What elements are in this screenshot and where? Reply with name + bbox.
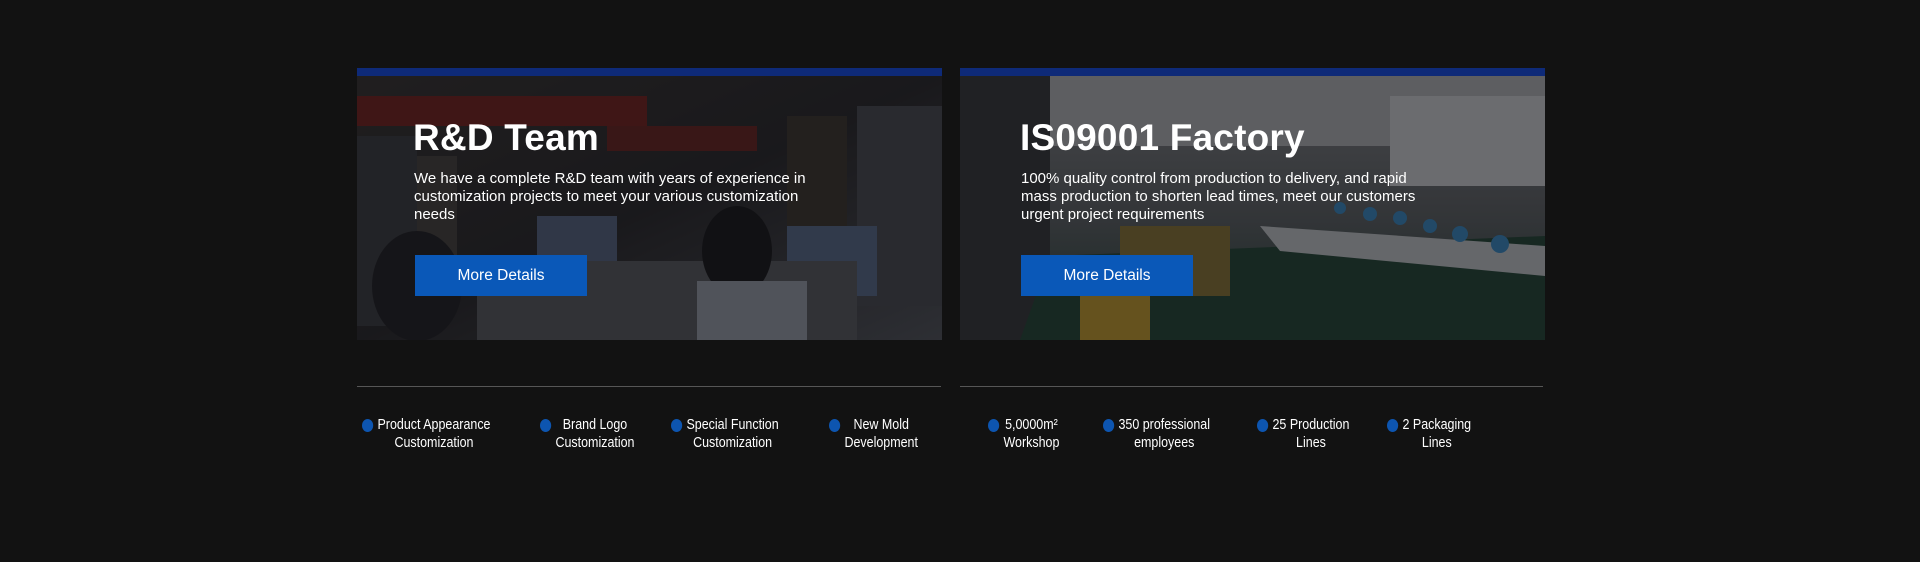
feature-line2: Customization (693, 435, 773, 451)
feature-line2: Development (844, 435, 918, 451)
rd-team-card: R&D Team We have a complete R&D team wit… (357, 68, 942, 340)
feature-line1: Brand Logo (562, 417, 628, 433)
rd-feature-item: New Mold Development (829, 416, 918, 452)
feature-line1: Special Function (686, 417, 779, 433)
feature-line2: employees (1134, 435, 1195, 451)
rd-card-content: R&D Team We have a complete R&D team wit… (413, 118, 833, 224)
feature-line2: Customization (555, 435, 635, 451)
feature-line2: Customization (394, 435, 474, 451)
card-accent-bar (960, 68, 1545, 76)
factory-feature-item: 2 Packaging Lines (1387, 416, 1471, 452)
feature-line1: 5,0000m² (1005, 417, 1058, 433)
page: R&D Team We have a complete R&D team wit… (0, 0, 1920, 562)
factory-more-details-button[interactable]: More Details (1021, 255, 1193, 296)
bullet-dot-icon (1387, 419, 1399, 432)
rd-more-details-button[interactable]: More Details (415, 255, 587, 296)
bullet-dot-icon (1257, 419, 1269, 432)
feature-line1: New Mold (853, 417, 909, 433)
bullet-dot-icon (1103, 419, 1115, 432)
bullet-dot-icon (829, 419, 841, 432)
factory-feature-item: 25 Production Lines (1257, 416, 1349, 452)
factory-card-content: IS09001 Factory 100% quality control fro… (1020, 118, 1440, 224)
factory-card: IS09001 Factory 100% quality control fro… (960, 68, 1545, 340)
bullet-dot-icon (988, 419, 1000, 432)
rd-feature-item: Brand Logo Customization (540, 416, 634, 452)
factory-divider (960, 386, 1543, 387)
factory-feature-item: 350 professional employees (1103, 416, 1210, 452)
rd-feature-item: Special Function Customization (671, 416, 779, 452)
rd-card-title: R&D Team (413, 117, 599, 158)
card-accent-bar (357, 68, 942, 76)
factory-card-description: 100% quality control from production to … (1021, 170, 1416, 223)
feature-line1: Product Appearance (377, 417, 491, 433)
rd-card-description: We have a complete R&D team with years o… (414, 170, 806, 223)
factory-feature-item: 5,0000m² Workshop (988, 416, 1059, 452)
bullet-dot-icon (540, 419, 552, 432)
feature-line1: 350 professional (1118, 417, 1211, 433)
factory-card-title: IS09001 Factory (1020, 117, 1305, 158)
feature-line2: Lines (1296, 435, 1326, 451)
feature-line2: Workshop (1003, 435, 1060, 451)
bullet-dot-icon (362, 419, 374, 432)
feature-line1: 25 Production (1272, 417, 1350, 433)
rd-feature-item: Product Appearance Customization (362, 416, 490, 452)
rd-divider (357, 386, 941, 387)
feature-line2: Lines (1421, 435, 1452, 451)
feature-line1: 2 Packaging (1402, 417, 1472, 433)
bullet-dot-icon (671, 419, 683, 432)
